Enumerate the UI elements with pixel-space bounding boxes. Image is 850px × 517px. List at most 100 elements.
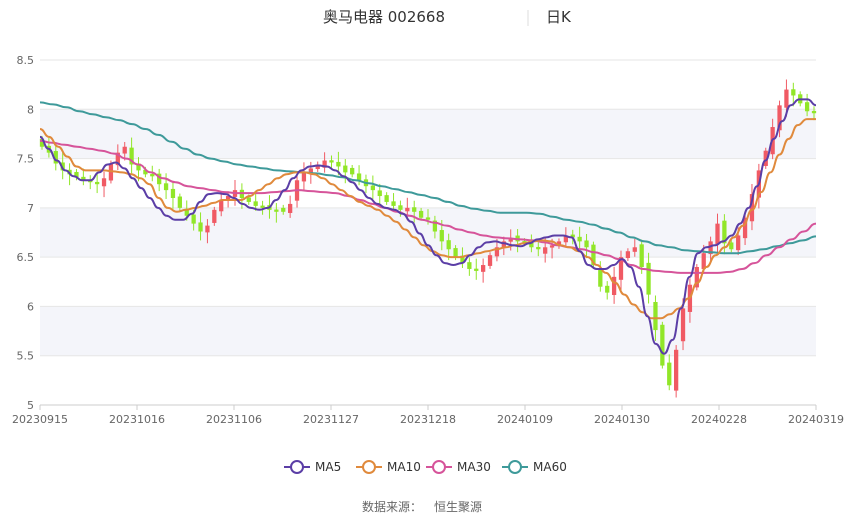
y-tick-label: 8 bbox=[27, 103, 34, 116]
y-tick-label: 6 bbox=[27, 300, 34, 313]
candle-body bbox=[439, 230, 444, 242]
candle-body bbox=[784, 89, 789, 108]
candle-body bbox=[356, 173, 362, 181]
candle-body bbox=[405, 207, 410, 212]
legend-label: MA10 bbox=[387, 460, 421, 474]
x-tick-label: 20231218 bbox=[400, 413, 456, 426]
legend-marker bbox=[290, 460, 304, 474]
candle-body bbox=[598, 269, 603, 287]
candle-body bbox=[715, 223, 720, 245]
candle-body bbox=[736, 235, 741, 251]
candle-body bbox=[205, 225, 210, 233]
candle-body bbox=[212, 209, 217, 223]
candle-body bbox=[418, 210, 424, 218]
legend-marker bbox=[432, 460, 446, 474]
candle-body bbox=[384, 195, 389, 202]
candle-body bbox=[425, 217, 431, 220]
candle-body bbox=[543, 247, 548, 254]
candle-body bbox=[391, 201, 396, 206]
legend-marker bbox=[508, 460, 522, 474]
candle-body bbox=[680, 308, 686, 342]
background-band bbox=[40, 306, 816, 356]
y-tick-label: 5 bbox=[27, 399, 34, 412]
candle-body bbox=[329, 160, 334, 163]
candle-body bbox=[377, 190, 382, 197]
candle-body bbox=[198, 222, 203, 232]
candle-body bbox=[163, 183, 169, 191]
candle-body bbox=[811, 110, 817, 114]
chart-title: 奥马电器 002668 bbox=[323, 8, 445, 26]
x-tick-label: 20231106 bbox=[206, 413, 262, 426]
y-tick-label: 8.5 bbox=[17, 54, 35, 67]
x-tick-label: 20231127 bbox=[303, 413, 359, 426]
candle-body bbox=[191, 214, 196, 224]
candle-body bbox=[667, 362, 672, 386]
stock-chart: 5 5.5 6 6.5 7 7.5 8 8.5 20230915 20231016 2023110… bbox=[12, 8, 844, 514]
candle-body bbox=[536, 246, 541, 250]
legend-marker bbox=[362, 460, 376, 474]
candle-body bbox=[288, 203, 293, 213]
y-axis-ticks: 5 5.5 6 6.5 7 7.5 8 8.5 bbox=[17, 54, 35, 412]
y-tick-label: 6.5 bbox=[17, 251, 35, 264]
candle-body bbox=[246, 197, 251, 202]
legend-label: MA60 bbox=[533, 460, 567, 474]
candle-body bbox=[350, 167, 355, 175]
candle-body bbox=[653, 301, 658, 331]
candle-body bbox=[467, 262, 472, 269]
candle-body bbox=[336, 161, 341, 167]
candle-body bbox=[632, 247, 637, 252]
candle-body bbox=[487, 255, 493, 266]
candle-body bbox=[674, 349, 679, 391]
candle-body bbox=[481, 265, 486, 272]
candle-body bbox=[253, 201, 258, 206]
source-label: 数据来源： bbox=[362, 499, 422, 514]
legend-item-ma60[interactable]: MA60 bbox=[502, 460, 567, 474]
candle-body bbox=[122, 146, 127, 154]
candle-body bbox=[508, 239, 513, 242]
candle-body bbox=[412, 207, 417, 212]
chart-legend: MA5 MA10 MA30 MA60 bbox=[284, 460, 567, 474]
candle-body bbox=[605, 285, 610, 293]
candle-body bbox=[177, 196, 182, 208]
candle-body bbox=[453, 248, 458, 258]
candle-body bbox=[791, 89, 796, 96]
plot-background-bands bbox=[40, 109, 816, 356]
x-tick-label: 20240228 bbox=[691, 413, 747, 426]
candle-body bbox=[95, 181, 100, 185]
candle-body bbox=[625, 251, 631, 259]
candle-body bbox=[577, 236, 582, 242]
legend-label: MA5 bbox=[315, 460, 341, 474]
candle-body bbox=[474, 268, 479, 271]
candle-body bbox=[301, 172, 307, 182]
legend-item-ma5[interactable]: MA5 bbox=[284, 460, 341, 474]
x-tick-label: 20240109 bbox=[497, 413, 553, 426]
candle-body bbox=[150, 174, 155, 177]
candle-body bbox=[446, 240, 451, 250]
candle-body bbox=[584, 240, 589, 248]
source-name: 恒生聚源 bbox=[434, 500, 482, 514]
x-tick-label: 20230915 bbox=[12, 413, 68, 426]
y-tick-label: 5.5 bbox=[17, 350, 35, 363]
candle-body bbox=[170, 188, 176, 198]
candle-body bbox=[660, 324, 665, 366]
candle-body bbox=[639, 244, 644, 267]
legend-item-ma30[interactable]: MA30 bbox=[426, 460, 491, 474]
candle-body bbox=[398, 205, 403, 210]
candle-body bbox=[260, 205, 265, 208]
candle-body bbox=[370, 185, 375, 191]
x-tick-label: 20240319 bbox=[788, 413, 844, 426]
candle-body bbox=[281, 207, 286, 212]
candle-body bbox=[101, 178, 107, 187]
candle-body bbox=[274, 209, 279, 212]
x-axis-ticks: 20230915 20231016 20231106 20231127 20231218… bbox=[12, 405, 844, 426]
candle-body bbox=[343, 165, 348, 173]
y-tick-label: 7.5 bbox=[17, 153, 35, 166]
y-tick-label: 7 bbox=[27, 202, 34, 215]
legend-item-ma10[interactable]: MA10 bbox=[356, 460, 421, 474]
period-label[interactable]: 日K bbox=[546, 8, 572, 26]
candle-body bbox=[646, 262, 651, 295]
candle-body bbox=[804, 102, 810, 112]
x-tick-label: 20240130 bbox=[594, 413, 650, 426]
x-tick-label: 20231016 bbox=[109, 413, 165, 426]
candle-body bbox=[219, 199, 224, 212]
